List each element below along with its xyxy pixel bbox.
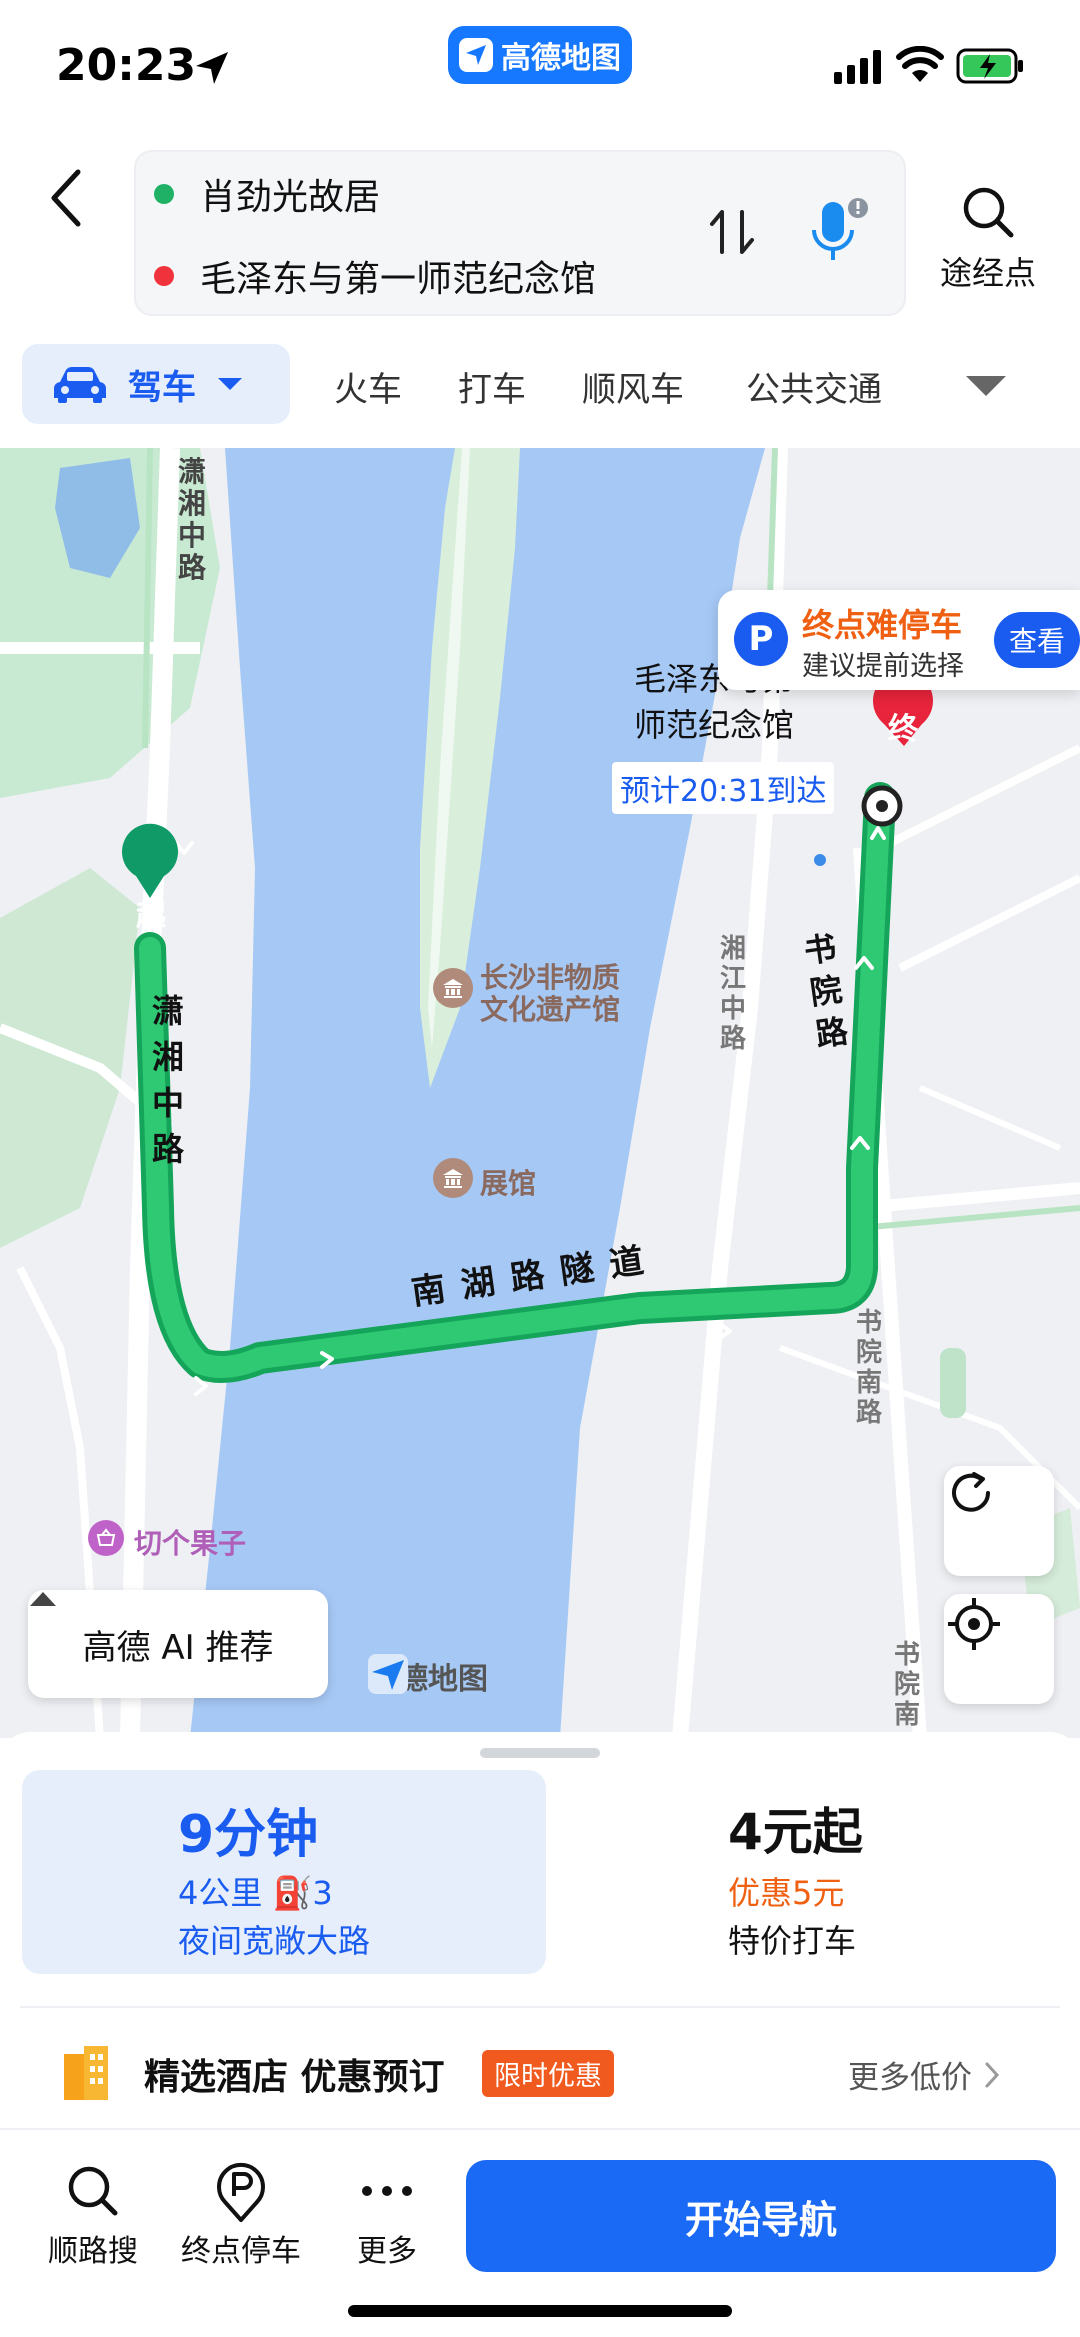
route-input-box: 肖劲光故居 毛泽东与第一师范纪念馆 [134, 150, 906, 316]
shop-basket-icon [96, 1528, 116, 1546]
hotel-more-label: 更多低价 [848, 2060, 972, 2096]
poi-museum-label[interactable]: 长沙非物质文化遗产馆 [480, 962, 640, 1026]
location-arrow-icon [196, 52, 228, 84]
more-dots-icon [362, 2186, 412, 2196]
waypoint-label: 途经点 [939, 254, 1036, 292]
status-time: 20:23 [56, 40, 197, 91]
app-pill-label: 高德地图 [501, 41, 621, 76]
battery-icon [956, 48, 1023, 84]
parking-view-button[interactable]: 查看 [994, 612, 1080, 668]
route-option-card[interactable]: 9分钟 4公里 ⛽3 夜间宽敞大路 [22, 1770, 546, 1974]
caret-up-icon [30, 1592, 56, 1606]
start-marker-label: 起 [136, 898, 166, 933]
sheet-drag-handle[interactable] [480, 1748, 600, 1758]
wifi-icon [896, 46, 944, 82]
end-marker-label: 终 [888, 712, 918, 747]
destination-parking-button[interactable]: 终点停车 [176, 2156, 306, 2270]
route-header: 肖劲光故居 毛泽东与第一师范纪念馆 途经点 驾车 火车 打车 顺风车 公共交通 [0, 140, 1080, 448]
voice-input-icon[interactable] [802, 194, 872, 270]
ai-recommend-label: 高德 AI 推荐 [82, 1627, 274, 1668]
waypoint-button[interactable]: 途经点 [928, 184, 1048, 304]
tab-taxi[interactable]: 打车 [458, 362, 526, 411]
hotel-title: 精选酒店 优惠预订 [144, 2057, 445, 2098]
road-label-xiaoxiang-north: 潇湘中路 [178, 455, 207, 584]
eta-label: 预计20:31到达 [612, 762, 835, 814]
hotel-promo-row[interactable]: 精选酒店 优惠预订 限时优惠 更多低价 [0, 2010, 1080, 2128]
route-tag: 夜间宽敞大路 [178, 1922, 371, 1960]
exhibit-icon [443, 1169, 463, 1188]
tab-drive[interactable]: 驾车 [22, 344, 290, 424]
origin-field[interactable]: 肖劲光故居 [154, 164, 380, 224]
divider [20, 2006, 1060, 2008]
parking-subtitle: 建议提前选择 [802, 651, 964, 682]
taxi-discount: 优惠5元 [728, 1874, 845, 1912]
taxi-label: 特价打车 [728, 1922, 857, 1960]
road-label-shuyuan-south: 书院南路 [856, 1308, 883, 1428]
search-along-icon [68, 2166, 118, 2216]
hotel-building-icon [64, 2046, 108, 2100]
poi-fruit-shop-label[interactable]: 切个果子 [134, 1522, 246, 1562]
back-button[interactable] [36, 160, 96, 236]
more-modes-caret-icon[interactable] [964, 374, 1008, 398]
route-options-sheet: 9分钟 4公里 ⛽3 夜间宽敞大路 4元起 优惠5元 特价打车 精选酒店 优惠预… [0, 1732, 1080, 2337]
destination-text: 毛泽东与第一师范纪念馆 [200, 259, 597, 300]
poi-exhibit-label[interactable]: 展馆 [480, 1162, 536, 1202]
tab-public-transit[interactable]: 公共交通 [746, 362, 882, 411]
locate-me-button[interactable] [944, 1594, 1054, 1704]
more-label: 更多 [357, 2234, 417, 2269]
home-indicator[interactable] [348, 2305, 732, 2317]
app-pill[interactable]: 高德地图 [448, 26, 632, 84]
destination-parking-label: 终点停车 [181, 2234, 301, 2269]
caret-down-icon [218, 378, 242, 390]
taxi-option-card[interactable]: 4元起 优惠5元 特价打车 [560, 1770, 1060, 1974]
parking-title: 终点难停车 [802, 606, 963, 644]
map-view[interactable]: 起 终 潇湘中路 潇湘中路 南湖路隧道 书院路 湘江中路 书院南路 书院南 长沙… [0, 448, 1080, 1738]
search-along-button[interactable]: 顺路搜 [28, 2156, 158, 2270]
car-icon [54, 367, 106, 403]
refresh-route-button[interactable] [944, 1466, 1054, 1576]
origin-text: 肖劲光故居 [200, 177, 381, 218]
swap-icon[interactable] [702, 202, 762, 262]
ai-recommend-button[interactable]: 高德 AI 推荐 [28, 1590, 328, 1698]
hotel-badge: 限时优惠 [482, 2050, 614, 2097]
start-navigation-button[interactable]: 开始导航 [466, 2160, 1056, 2272]
chevron-right-icon [985, 2062, 1000, 2087]
transport-mode-tabs: 驾车 火车 打车 顺风车 公共交通 [0, 340, 1080, 440]
road-label-xiaoxiang: 潇湘中路 [152, 992, 185, 1168]
more-button[interactable]: 更多 [322, 2156, 452, 2270]
parking-icon: P [734, 612, 788, 666]
search-icon [963, 187, 1014, 238]
amap-watermark-logo-icon [368, 1654, 408, 1694]
tab-drive-label: 驾车 [128, 367, 196, 408]
taxi-price: 4元起 [728, 1803, 863, 1861]
back-chevron-icon [51, 169, 81, 227]
signal-icon [834, 50, 881, 84]
status-bar: 20:23 高德地图 [0, 0, 1080, 140]
route-time: 9分钟 [178, 1805, 319, 1865]
search-along-label: 顺路搜 [48, 2234, 138, 2269]
origin-dot-icon [154, 184, 174, 204]
route-distance-lights: 4公里 ⛽3 [178, 1874, 333, 1912]
destination-dot-icon [154, 266, 174, 286]
map-watermark: 高德地图 [368, 1654, 488, 1698]
amap-logo-icon [459, 38, 493, 72]
destination-parking-card[interactable]: P 终点难停车 建议提前选择 查看 [718, 590, 1080, 690]
museum-icon [443, 979, 463, 998]
tab-train[interactable]: 火车 [334, 362, 402, 411]
road-label-shuyuan-south-bottom: 书院南 [894, 1640, 921, 1730]
locate-icon [948, 1598, 1000, 1650]
parking-pin-icon [217, 2162, 265, 2222]
refresh-icon [952, 1472, 990, 1512]
destination-field[interactable]: 毛泽东与第一师范纪念馆 [154, 246, 596, 306]
tab-carpool[interactable]: 顺风车 [582, 362, 684, 411]
hotel-more-link[interactable]: 更多低价 [848, 2052, 1000, 2097]
road-label-xiangjiang: 湘江中路 [720, 934, 747, 1054]
